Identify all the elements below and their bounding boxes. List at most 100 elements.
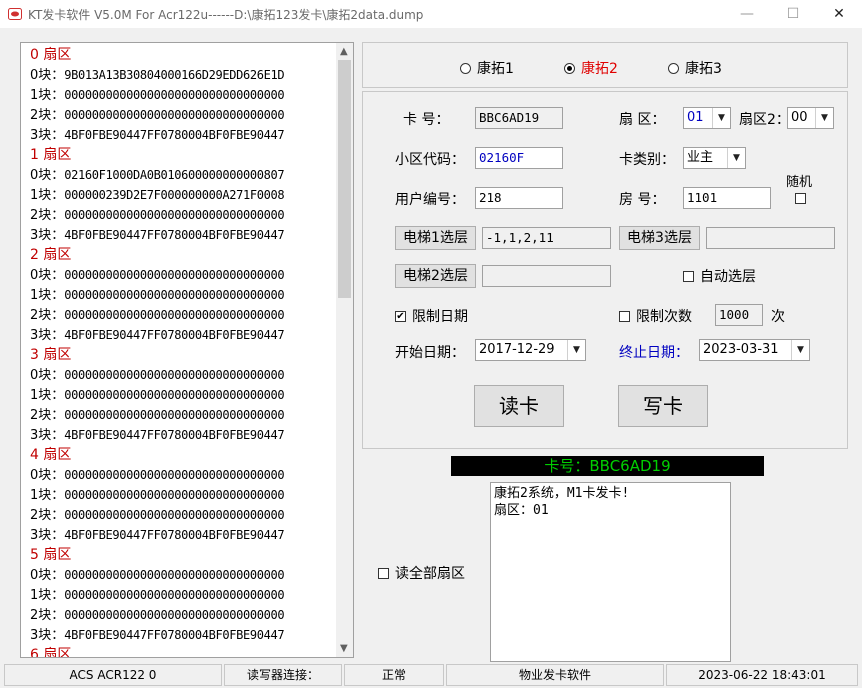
close-button[interactable]: ✕	[816, 0, 862, 28]
card-type-select[interactable]: 业主 ▼	[683, 147, 746, 169]
block-data: 00000000000000000000000000000000	[64, 508, 285, 522]
block-label: 3块：	[30, 428, 65, 443]
sector-select[interactable]: 01 ▼	[683, 107, 731, 129]
radio-mode-3[interactable]: 康拓3	[668, 58, 722, 78]
radio-circle-selected[interactable]	[564, 62, 575, 74]
sector-list: 0 扇区 0块：9B013A13B30804000166D29EDD626E1D 1…	[30, 45, 334, 658]
user-no-field[interactable]: 218	[475, 187, 563, 209]
elevator3-field[interactable]	[706, 227, 835, 249]
block-row: 1块：00000000000000000000000000000000	[30, 585, 334, 605]
card-no-field[interactable]: BBC6AD19	[475, 107, 563, 129]
block-row: 2块：00000000000000000000000000000000	[30, 305, 334, 325]
sector-value: 01	[687, 110, 704, 125]
block-row: 1块：00000000000000000000000000000000	[30, 385, 334, 405]
sector2-value: 00	[791, 110, 808, 125]
block-data: 00000000000000000000000000000000	[64, 88, 285, 102]
log-output[interactable]: 康拓2系统，M1卡发卡! 扇区：01	[490, 482, 731, 662]
start-date-picker[interactable]: 2017-12-29 ▼	[475, 339, 586, 361]
checkbox-box[interactable]	[795, 193, 806, 204]
sector-title: 2 扇区	[30, 247, 72, 263]
scroll-down-icon[interactable]: ▼	[340, 643, 348, 654]
block-row: 3块：4BF0FBE90447FF0780004BF0FBE90447	[30, 325, 334, 345]
radio-mode-1[interactable]: 康拓1	[460, 58, 514, 78]
block-data: 00000000000000000000000000000000	[64, 268, 285, 282]
block-label: 1块：	[30, 388, 65, 403]
radio-circle[interactable]	[668, 62, 679, 74]
radio-mode-2[interactable]: 康拓2	[564, 58, 618, 78]
block-label: 1块：	[30, 288, 65, 303]
block-label: 0块：	[30, 268, 65, 283]
vertical-scrollbar[interactable]: ▲ ▼	[336, 43, 353, 657]
maximize-button[interactable]: ☐	[770, 0, 816, 28]
user-no-label: 用户编号：	[395, 192, 465, 208]
scroll-up-icon[interactable]: ▲	[340, 46, 348, 57]
write-card-button[interactable]: 写卡	[618, 385, 708, 427]
card-type-value: 业主	[687, 150, 714, 165]
title-bar: KT发卡软件 V5.0M For Acr122u------D:\康拓123发卡…	[0, 0, 862, 28]
minimize-button[interactable]: —	[724, 0, 770, 28]
sector2-select[interactable]: 00 ▼	[787, 107, 834, 129]
chevron-down-icon[interactable]: ▼	[727, 148, 745, 168]
elevator2-button[interactable]: 电梯2选层	[395, 264, 476, 288]
block-row: 0块：9B013A13B30804000166D29EDD626E1D	[30, 65, 334, 85]
block-row: 1块：00000000000000000000000000000000	[30, 485, 334, 505]
random-checkbox[interactable]	[795, 193, 806, 204]
sector-label: 扇 区：	[619, 112, 666, 128]
check-icon[interactable]: ✔	[395, 310, 406, 322]
status-reader-model: ACS ACR122 0	[4, 664, 222, 686]
auto-floor-checkbox[interactable]: 自动选层	[683, 266, 756, 286]
block-label: 0块：	[30, 68, 65, 83]
status-app-name: 物业发卡软件	[446, 664, 664, 686]
count-field[interactable]: 1000	[715, 304, 763, 326]
block-label: 2块：	[30, 408, 65, 423]
radio-label: 康拓3	[685, 61, 722, 77]
block-row: 0块：00000000000000000000000000000000	[30, 365, 334, 385]
card-number-banner: 卡号：BBC6AD19	[451, 456, 764, 476]
block-data: 00000000000000000000000000000000	[64, 288, 285, 302]
read-all-sectors-checkbox[interactable]: 读全部扇区	[378, 563, 465, 583]
block-data: 00000000000000000000000000000000	[64, 368, 285, 382]
community-code-field[interactable]: 02160F	[475, 147, 563, 169]
block-row: 2块：00000000000000000000000000000000	[30, 405, 334, 425]
chevron-down-icon[interactable]: ▼	[567, 340, 585, 360]
block-label: 3块：	[30, 628, 65, 643]
sector-title: 5 扇区	[30, 547, 72, 563]
block-row: 0块：00000000000000000000000000000000	[30, 565, 334, 585]
chevron-down-icon[interactable]: ▼	[815, 108, 833, 128]
end-date-picker[interactable]: 2023-03-31 ▼	[699, 339, 810, 361]
log-line: 扇区：01	[494, 503, 549, 518]
elevator1-button[interactable]: 电梯1选层	[395, 226, 476, 250]
chevron-down-icon[interactable]: ▼	[791, 340, 809, 360]
block-label: 3块：	[30, 328, 65, 343]
block-label: 2块：	[30, 608, 65, 623]
window-title: KT发卡软件 V5.0M For Acr122u------D:\康拓123发卡…	[28, 8, 424, 22]
limit-date-label: 限制日期	[412, 309, 468, 325]
block-label: 1块：	[30, 588, 65, 603]
block-data: 00000000000000000000000000000000	[64, 588, 285, 602]
checkbox-box[interactable]	[683, 270, 694, 282]
sector-title: 6 扇区	[30, 647, 72, 658]
elevator2-field[interactable]	[482, 265, 611, 287]
block-data: 00000000000000000000000000000000	[64, 408, 285, 422]
start-date-label: 开始日期：	[395, 345, 465, 361]
read-card-button[interactable]: 读卡	[474, 385, 564, 427]
block-row: 1块：00000000000000000000000000000000	[30, 85, 334, 105]
block-label: 0块：	[30, 168, 65, 183]
radio-circle[interactable]	[460, 62, 471, 74]
status-connection-label: 读写器连接：	[224, 664, 342, 686]
limit-count-checkbox[interactable]: 限制次数	[619, 306, 692, 326]
checkbox-box[interactable]	[378, 567, 389, 579]
block-row: 3块：4BF0FBE90447FF0780004BF0FBE90447	[30, 125, 334, 145]
scroll-thumb[interactable]	[338, 60, 351, 298]
sector-title: 0 扇区	[30, 47, 72, 63]
limit-date-checkbox[interactable]: ✔ 限制日期	[395, 306, 468, 326]
elevator1-field[interactable]: -1,1,2,11	[482, 227, 611, 249]
block-data: 00000000000000000000000000000000	[64, 568, 285, 582]
block-row: 3块：4BF0FBE90447FF0780004BF0FBE90447	[30, 425, 334, 445]
block-data: 4BF0FBE90447FF0780004BF0FBE90447	[64, 228, 285, 242]
sector-dump-panel[interactable]: 0 扇区 0块：9B013A13B30804000166D29EDD626E1D 1…	[20, 42, 354, 658]
chevron-down-icon[interactable]: ▼	[712, 108, 730, 128]
elevator3-button[interactable]: 电梯3选层	[619, 226, 700, 250]
checkbox-box[interactable]	[619, 310, 630, 322]
room-no-field[interactable]: 1101	[683, 187, 771, 209]
